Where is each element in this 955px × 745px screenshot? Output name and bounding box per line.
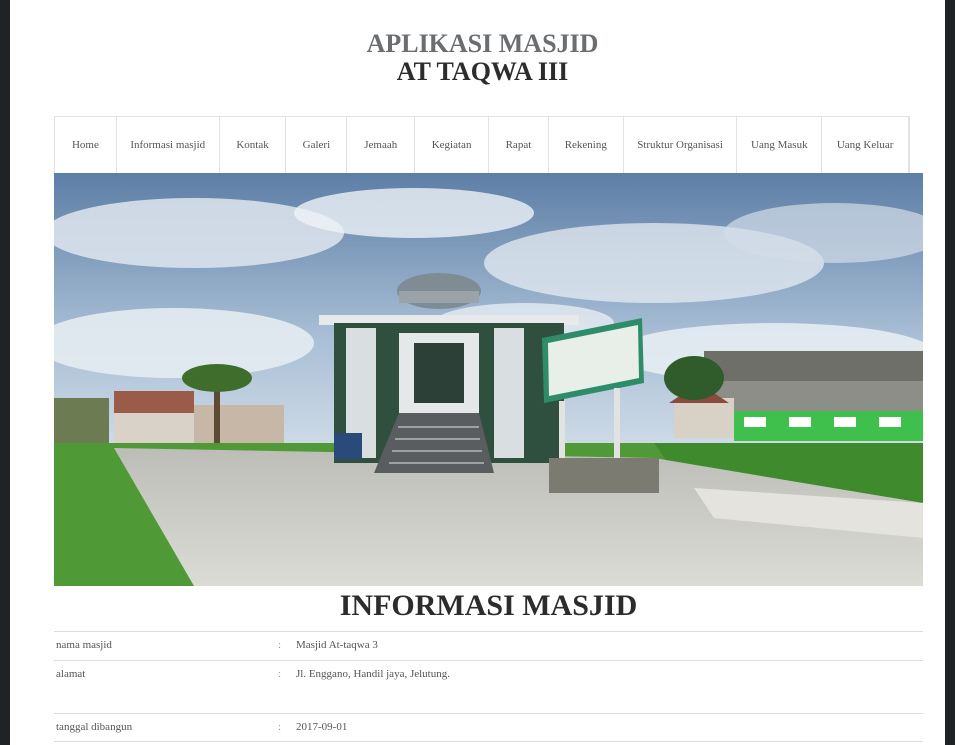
nav-item-struktur-organisasi[interactable]: Struktur Organisasi: [624, 117, 738, 173]
nav-item-uang-masuk[interactable]: Uang Masuk: [737, 117, 823, 173]
nav-item-kegiatan[interactable]: Kegiatan: [415, 117, 489, 173]
info-row-tanggal-dibangun: tanggal dibangun : 2017-09-01: [54, 713, 923, 742]
site-subtitle: AT TAQWA III: [396, 57, 569, 86]
info-value: Jl. Enggano, Handil jaya, Jelutung.: [296, 668, 450, 680]
site-header: APLIKASI MASJID AT TAQWA III: [30, 0, 935, 112]
info-value: 2017-09-01: [296, 721, 348, 733]
nav-item-home[interactable]: Home: [55, 117, 117, 173]
nav-item-rapat[interactable]: Rapat: [489, 117, 549, 173]
nav-item-rekening[interactable]: Rekening: [549, 117, 624, 173]
nav-item-jemaah[interactable]: Jemaah: [347, 117, 416, 173]
page-container: APLIKASI MASJID AT TAQWA III Home Inform…: [30, 0, 935, 745]
window-edge-left: [0, 0, 10, 745]
nav-item-galeri[interactable]: Galeri: [286, 117, 348, 173]
info-label: alamat: [56, 668, 86, 680]
info-separator: :: [278, 668, 282, 680]
nav-item-informasi-masjid[interactable]: Informasi masjid: [117, 117, 220, 173]
info-separator: :: [278, 639, 282, 651]
info-separator: :: [278, 721, 282, 733]
section-title: INFORMASI MASJID: [339, 589, 638, 622]
nav-item-uang-keluar[interactable]: Uang Keluar: [822, 117, 910, 173]
hero-mosque-image: [54, 173, 923, 586]
info-table: nama masjid : Masjid At-taqwa 3 alamat :…: [54, 631, 923, 742]
info-label: tanggal dibangun: [56, 721, 133, 733]
nav-item-kontak[interactable]: Kontak: [220, 117, 287, 173]
site-title: APLIKASI MASJID: [366, 29, 599, 58]
info-value: Masjid At-taqwa 3: [296, 639, 378, 651]
main-nav: Home Informasi masjid Kontak Galeri Jema…: [54, 116, 910, 173]
window-edge-right: [945, 0, 955, 745]
info-row-alamat: alamat : Jl. Enggano, Handil jaya, Jelut…: [54, 660, 923, 713]
info-row-nama-masjid: nama masjid : Masjid At-taqwa 3: [54, 631, 923, 660]
info-label: nama masjid: [56, 639, 112, 651]
